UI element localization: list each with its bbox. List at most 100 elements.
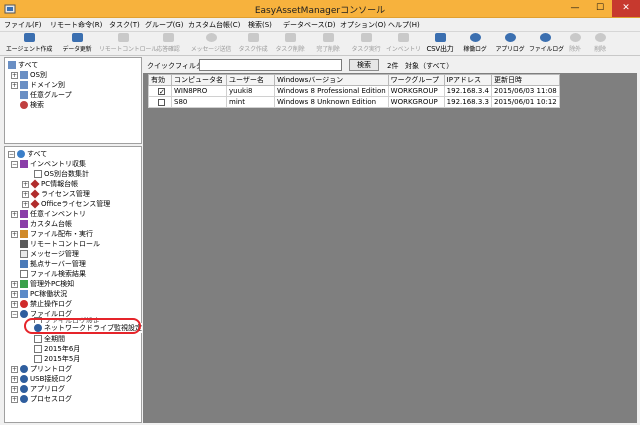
expand-toggle[interactable]: + bbox=[11, 375, 18, 383]
tree-item-by-domain[interactable]: + ドメイン別 bbox=[11, 80, 65, 90]
tree-item-all[interactable]: − すべて bbox=[8, 149, 47, 159]
maximize-button[interactable]: ☐ bbox=[588, 0, 612, 17]
file-log-button[interactable]: ファイルログ bbox=[529, 33, 564, 55]
table-row[interactable]: S80 mint Windows 8 Unknown Edition WORKG… bbox=[148, 96, 560, 108]
tree-item-inventory-collection[interactable]: − インベントリ収集 bbox=[11, 159, 86, 169]
response-check-button[interactable]: 応答確認 bbox=[150, 33, 186, 55]
expand-toggle[interactable]: + bbox=[11, 365, 18, 373]
completed-delete-icon bbox=[322, 33, 334, 42]
menu-search[interactable]: 検索(S) bbox=[248, 20, 272, 30]
tree-item-process-log[interactable]: + プロセスログ bbox=[11, 394, 72, 404]
tree-item-pc-ledger[interactable]: + PC情報台帳 bbox=[22, 179, 78, 189]
exclude-button[interactable]: 除外 bbox=[564, 33, 586, 55]
delete-button[interactable]: 削除 bbox=[589, 33, 611, 55]
computers-icon bbox=[20, 71, 28, 79]
tree-item-pc-status[interactable]: + PC稼働状況 bbox=[11, 289, 67, 299]
collapse-toggle[interactable]: − bbox=[8, 150, 15, 158]
tree-item-remote-control[interactable]: リモートコントロール bbox=[20, 239, 100, 249]
tree-item-2015-june[interactable]: 2015年6月 bbox=[34, 344, 80, 354]
menu-remote-command[interactable]: リモート命令(R) bbox=[50, 20, 102, 30]
enabled-checkbox[interactable] bbox=[158, 98, 165, 106]
expand-toggle[interactable]: + bbox=[11, 280, 18, 288]
expand-toggle[interactable]: + bbox=[11, 385, 18, 393]
tree-item-all-computers[interactable]: すべて bbox=[8, 60, 38, 70]
search-button[interactable]: 検索 bbox=[349, 59, 379, 71]
expand-toggle[interactable]: + bbox=[11, 210, 18, 218]
inventory-icon bbox=[20, 160, 28, 168]
page-icon bbox=[34, 355, 42, 363]
delete-completed-button[interactable]: 完了削除 bbox=[310, 33, 346, 55]
inventory-button[interactable]: インベントリ bbox=[386, 33, 421, 55]
tree-item-all-periods[interactable]: 全期間 bbox=[34, 334, 65, 344]
run-task-button[interactable]: タスク実行 bbox=[348, 33, 384, 55]
tree-item-custom-inventory[interactable]: + 任意インベントリ bbox=[11, 209, 86, 219]
expand-toggle[interactable]: + bbox=[11, 81, 18, 89]
menu-options[interactable]: オプション(O) bbox=[340, 20, 386, 30]
page-icon bbox=[34, 170, 42, 178]
search-icon bbox=[20, 101, 28, 109]
pane-splitter[interactable] bbox=[4, 143, 142, 147]
menu-task[interactable]: タスク(T) bbox=[109, 20, 140, 30]
column-header-user-name[interactable]: ユーザー名 bbox=[226, 74, 275, 86]
app-log-button[interactable]: アプリログ bbox=[494, 33, 526, 55]
tree-item-app-log[interactable]: + アプリログ bbox=[11, 384, 65, 394]
column-header-enabled[interactable]: 有効 bbox=[148, 74, 172, 86]
column-header-computer-name[interactable]: コンピュータ名 bbox=[171, 74, 227, 86]
tree-item-search[interactable]: 検索 bbox=[20, 100, 44, 110]
print-icon bbox=[20, 365, 28, 373]
uptime-log-button[interactable]: 稼働ログ bbox=[459, 33, 491, 55]
computer-list-area: 有効 コンピュータ名 ユーザー名 Windowsバージョン ワークグループ IP… bbox=[143, 73, 637, 423]
delete-task-button[interactable]: タスク削除 bbox=[272, 33, 308, 55]
menu-group[interactable]: グループ(G) bbox=[145, 20, 183, 30]
tree-item-site-server[interactable]: 拠点サーバー管理 bbox=[20, 259, 86, 269]
quick-filter-input[interactable] bbox=[199, 59, 342, 71]
expand-toggle[interactable]: + bbox=[11, 71, 18, 79]
minimize-button[interactable]: — bbox=[563, 0, 587, 17]
tree-item-usb-log[interactable]: + USB接続ログ bbox=[11, 374, 72, 384]
menu-database[interactable]: データベース(D) bbox=[283, 20, 336, 30]
menu-file[interactable]: ファイル(F) bbox=[4, 20, 42, 30]
create-task-button[interactable]: タスク作成 bbox=[236, 33, 270, 55]
tree-item-office-license[interactable]: + Officeライセンス管理 bbox=[22, 199, 110, 209]
tree-item-custom-group[interactable]: 任意グループ bbox=[20, 90, 72, 100]
tree-item-by-os[interactable]: + OS別 bbox=[11, 70, 47, 80]
collapse-toggle[interactable]: − bbox=[11, 160, 18, 168]
tree-item-os-count[interactable]: OS別台数集計 bbox=[34, 169, 89, 179]
tree-item-file-distribution[interactable]: + ファイル配布・実行 bbox=[11, 229, 93, 239]
refresh-icon bbox=[71, 33, 83, 42]
menu-custom-ledger[interactable]: カスタム台帳(C) bbox=[188, 20, 240, 30]
expand-toggle[interactable]: + bbox=[22, 200, 29, 208]
csv-export-button[interactable]: CSV出力 bbox=[423, 33, 457, 55]
column-header-workgroup[interactable]: ワークグループ bbox=[387, 74, 445, 86]
tree-item-2015-may[interactable]: 2015年5月 bbox=[34, 354, 80, 364]
expand-toggle[interactable]: + bbox=[22, 180, 29, 188]
send-message-button[interactable]: メッセージ送信 bbox=[188, 33, 234, 55]
tree-item-custom-ledger[interactable]: カスタム台帳 bbox=[20, 219, 72, 229]
tree-item-prohibited-ops-log[interactable]: + 禁止操作ログ bbox=[11, 299, 72, 309]
menu-bar: ファイル(F) リモート命令(R) タスク(T) グループ(G) カスタム台帳(… bbox=[0, 18, 640, 32]
expand-toggle[interactable]: + bbox=[11, 395, 18, 403]
menu-help[interactable]: ヘルプ(H) bbox=[388, 20, 420, 30]
updated-at-cell: 2015/06/01 10:12 bbox=[490, 96, 560, 108]
remote-control-button[interactable]: リモートコントロール bbox=[99, 33, 157, 55]
tree-item-unmanaged-pc[interactable]: + 管理外PC検知 bbox=[11, 279, 74, 289]
tree-item-message-management[interactable]: メッセージ管理 bbox=[20, 249, 79, 259]
column-header-windows-version[interactable]: Windowsバージョン bbox=[274, 74, 389, 86]
expand-toggle[interactable]: + bbox=[22, 190, 29, 198]
create-agent-button[interactable]: エージェント作成 bbox=[4, 33, 54, 55]
expand-toggle[interactable]: + bbox=[11, 300, 18, 308]
workgroup-cell: WORKGROUP bbox=[387, 85, 445, 97]
enabled-checkbox[interactable]: ✓ bbox=[158, 87, 165, 95]
tree-item-file-search-results[interactable]: ファイル検索結果 bbox=[20, 269, 86, 279]
refresh-data-button[interactable]: データ更新 bbox=[57, 33, 97, 55]
collapse-toggle[interactable]: − bbox=[11, 310, 18, 318]
quick-filter-bar: クイックフィルター 検索 2件 対象（すべて） bbox=[143, 57, 640, 73]
close-button[interactable]: ✕ bbox=[612, 0, 640, 17]
table-row[interactable]: ✓ WIN8PRO yuuki8 Windows 8 Professional … bbox=[148, 85, 560, 97]
tree-item-license-management[interactable]: + ライセンス管理 bbox=[22, 189, 90, 199]
column-header-ip-address[interactable]: IPアドレス bbox=[443, 74, 492, 86]
expand-toggle[interactable]: + bbox=[11, 230, 18, 238]
column-header-updated-at[interactable]: 更新日時 bbox=[490, 74, 560, 86]
tree-item-print-log[interactable]: + プリントログ bbox=[11, 364, 72, 374]
expand-toggle[interactable]: + bbox=[11, 290, 18, 298]
